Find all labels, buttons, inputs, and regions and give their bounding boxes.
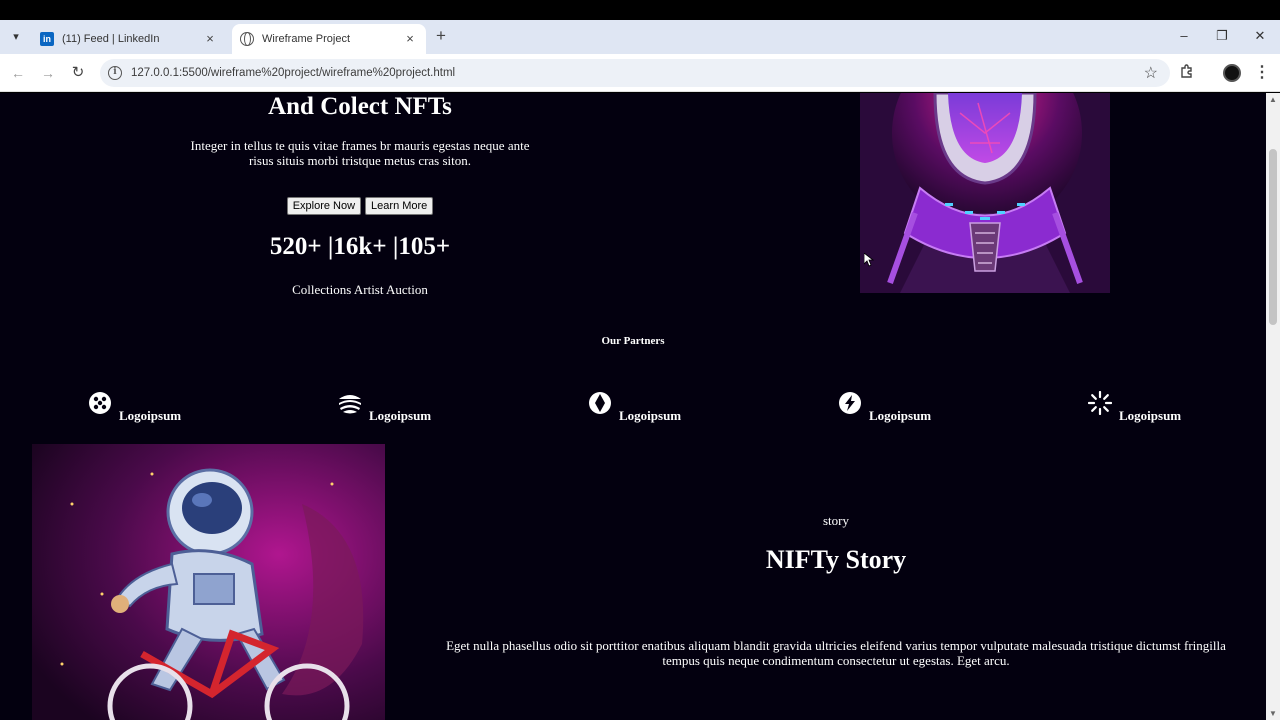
hero-stat-labels: Collections Artist Auction <box>292 282 428 297</box>
extensions-puzzle-icon[interactable] <box>1177 63 1197 83</box>
sunburst-icon <box>1088 391 1112 415</box>
partner-name: Logoipsum <box>119 408 182 423</box>
tab-search-chevron-icon[interactable]: ▾ <box>6 28 26 46</box>
address-bar[interactable]: i 127.0.0.1:5500/wireframe%20project/wir… <box>100 59 1170 87</box>
story-kicker: story <box>823 513 849 528</box>
tab-strip: ▾ in (11) Feed | LinkedIn × Wireframe Pr… <box>0 20 1280 54</box>
linkedin-icon: in <box>40 32 54 46</box>
url-text[interactable]: 127.0.0.1:5500/wireframe%20project/wiref… <box>131 59 455 87</box>
close-icon[interactable]: × <box>202 31 218 47</box>
browser-toolbar: ← → ↻ i 127.0.0.1:5500/wireframe%20proje… <box>0 54 1280 92</box>
new-tab-plus-icon[interactable]: + <box>432 27 450 45</box>
partner-name: Logoipsum <box>369 408 432 423</box>
bolt-icon <box>839 392 861 414</box>
reload-icon[interactable]: ↻ <box>68 63 88 83</box>
hero-stats: 520+ |16k+ |105+ <box>269 233 451 260</box>
tab-title: (11) Feed | LinkedIn <box>62 33 160 45</box>
tab-wireframe-project[interactable]: Wireframe Project × <box>232 24 426 54</box>
profile-avatar-icon[interactable] <box>1223 64 1241 82</box>
scroll-up-arrow-icon[interactable]: ▲ <box>1269 95 1277 104</box>
page-viewport: And Colect NFTs Integer in tellus te qui… <box>0 93 1266 720</box>
partner-name: Logoipsum <box>1119 408 1182 423</box>
bookmark-star-icon[interactable]: ☆ <box>1144 63 1158 83</box>
story-text: Eget nulla phasellus odio sit porttitor … <box>446 638 1226 668</box>
close-icon[interactable]: × <box>402 31 418 47</box>
forward-arrow-icon[interactable]: → <box>38 63 58 83</box>
restore-icon[interactable]: ❐ <box>1210 26 1234 46</box>
scrollbar-thumb[interactable] <box>1269 149 1277 325</box>
minimize-icon[interactable]: – <box>1172 26 1196 46</box>
waves-icon <box>339 395 361 414</box>
astronaut-helmet-image <box>860 93 1110 293</box>
learn-more-button[interactable]: Learn More <box>365 197 434 215</box>
more-menu-icon[interactable]: ⋮ <box>1252 63 1272 83</box>
explore-now-button[interactable]: Explore Now <box>286 197 362 215</box>
dice-icon <box>89 392 111 414</box>
tab-linkedin[interactable]: in (11) Feed | LinkedIn × <box>32 24 226 54</box>
back-arrow-icon[interactable]: ← <box>8 63 28 83</box>
mouse-cursor-icon <box>864 253 874 267</box>
diamond-icon <box>589 392 611 414</box>
window-close-icon[interactable]: ✕ <box>1248 26 1272 46</box>
hero-description: Integer in tellus te quis vitae frames b… <box>190 138 530 168</box>
partners-title: Our Partners <box>601 335 665 347</box>
site-info-icon[interactable]: i <box>108 66 122 80</box>
story-title: NIFTy Story <box>765 545 907 574</box>
hero-buttons: Explore Now Learn More <box>160 197 560 215</box>
globe-icon <box>240 32 254 46</box>
vertical-scrollbar[interactable]: ▲ ▼ <box>1266 93 1280 720</box>
tab-title: Wireframe Project <box>262 33 351 45</box>
partner-name: Logoipsum <box>869 408 932 423</box>
partner-name: Logoipsum <box>619 408 682 423</box>
hero-title: And Colect NFTs <box>268 93 452 120</box>
scroll-down-arrow-icon[interactable]: ▼ <box>1269 709 1277 718</box>
window-top-bar <box>0 0 1280 20</box>
astronaut-bicycle-image <box>32 444 385 720</box>
